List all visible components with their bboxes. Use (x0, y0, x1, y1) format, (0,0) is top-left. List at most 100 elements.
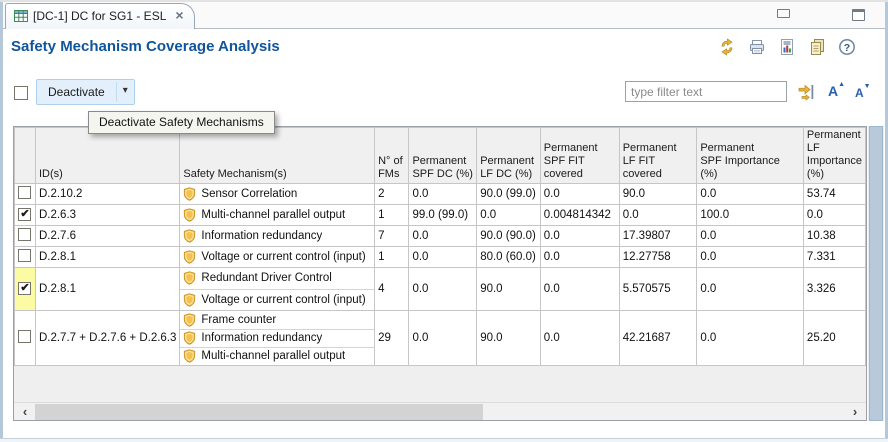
cell-value: 0.0 (409, 183, 477, 204)
cell-mechanisms: Information redundancy (180, 225, 375, 246)
vertical-scrollbar[interactable] (868, 126, 884, 421)
coverage-table: ID(s)Safety Mechanism(s)N° of FMsPermane… (14, 127, 866, 366)
window-frame-left (0, 0, 3, 442)
mechanism-label: Frame counter (201, 314, 276, 326)
cell-value: 90.0 (90.0) (477, 225, 541, 246)
editor-tab[interactable]: [DC-1] DC for SG1 - ESL × (5, 3, 195, 29)
row-checkbox[interactable] (18, 249, 31, 262)
row-checkbox[interactable]: ✔ (18, 282, 31, 295)
cell-value: 0.0 (697, 246, 804, 267)
row-checkbox[interactable] (18, 330, 31, 343)
table-row[interactable]: D.2.7.7 + D.2.7.6 + D.2.6.3 Frame counte… (15, 310, 866, 365)
shield-icon (183, 313, 196, 327)
shield-icon (183, 331, 196, 345)
column-header[interactable]: Safety Mechanism(s) (180, 128, 375, 184)
cell-value: 1 (375, 204, 409, 225)
horizontal-scrollbar-thumb[interactable] (35, 404, 483, 420)
cell-value: 0.0 (697, 310, 804, 365)
cell-value: 0.0 (540, 225, 619, 246)
cell-value: 0.0 (409, 225, 477, 246)
row-checkbox-cell[interactable] (15, 183, 36, 204)
column-header[interactable]: ID(s) (35, 128, 179, 184)
cell-value: 29 (375, 310, 409, 365)
dropdown-arrow-icon[interactable]: ▾ (117, 80, 134, 104)
page-title: Safety Mechanism Coverage Analysis (11, 38, 280, 55)
cell-mechanisms: Multi-channel parallel output (180, 204, 375, 225)
cell-value: 80.0 (60.0) (477, 246, 541, 267)
filter-input[interactable] (625, 81, 787, 102)
report-icon[interactable] (777, 37, 797, 57)
jump-to-filter-icon[interactable] (797, 83, 817, 101)
row-checkbox-cell[interactable] (15, 225, 36, 246)
cell-value: 99.0 (99.0) (409, 204, 477, 225)
cell-value: 90.0 (619, 183, 697, 204)
cell-value: 0.0 (477, 204, 541, 225)
row-checkbox-cell[interactable]: ✔ (15, 267, 36, 310)
table-icon (14, 9, 28, 23)
scroll-right-arrow-icon[interactable]: › (846, 404, 864, 420)
cell-value: 0.004814342 (540, 204, 619, 225)
cell-value: 10.38 (803, 225, 865, 246)
shield-icon (183, 187, 196, 201)
table-row[interactable]: ✔ D.2.6.3 Multi-channel parallel output 19… (15, 204, 866, 225)
minimize-button[interactable] (777, 9, 790, 18)
column-header[interactable]: Permanent LF Importance (%) (803, 128, 865, 184)
coverage-table-area: ID(s)Safety Mechanism(s)N° of FMsPermane… (13, 126, 867, 421)
help-icon[interactable]: ? (837, 37, 857, 57)
cell-value: 1 (375, 246, 409, 267)
column-header[interactable]: Permanent LF FIT covered (619, 128, 697, 184)
column-header[interactable]: Permanent SPF FIT covered (540, 128, 619, 184)
tab-title: [DC-1] DC for SG1 - ESL (33, 9, 166, 23)
cell-value: 90.0 (477, 267, 541, 310)
cell-ids: D.2.6.3 (35, 204, 179, 225)
refresh-icon[interactable] (717, 37, 737, 57)
cell-value: 90.0 (477, 310, 541, 365)
table-row[interactable]: D.2.8.1 Voltage or current control (inpu… (15, 246, 866, 267)
table-row[interactable]: D.2.10.2 Sensor Correlation20.090.0 (99.… (15, 183, 866, 204)
mechanism-label: Voltage or current control (input) (201, 251, 365, 263)
cell-value: 25.20 (803, 310, 865, 365)
column-header[interactable]: Permanent SPF Importance (%) (697, 128, 804, 184)
shield-icon (183, 229, 196, 243)
vertical-scrollbar-thumb[interactable] (869, 126, 883, 421)
mechanism-label: Voltage or current control (input) (201, 294, 365, 306)
column-header[interactable]: Permanent LF DC (%) (477, 128, 541, 184)
column-header[interactable]: Permanent SPF DC (%) (409, 128, 477, 184)
deactivate-button[interactable]: Deactivate ▾ (36, 79, 135, 105)
table-row[interactable]: ✔D.2.8.1 Redundant Driver Control Voltag… (15, 267, 866, 310)
row-checkbox-cell[interactable] (15, 246, 36, 267)
cell-ids: D.2.10.2 (35, 183, 179, 204)
row-checkbox-cell[interactable] (15, 310, 36, 365)
scroll-left-arrow-icon[interactable]: ‹ (16, 404, 34, 420)
close-icon[interactable]: × (175, 9, 183, 21)
cell-value: 2 (375, 183, 409, 204)
tooltip: Deactivate Safety Mechanisms (88, 111, 275, 134)
row-checkbox[interactable]: ✔ (18, 208, 31, 221)
cell-value: 7 (375, 225, 409, 246)
mechanism-label: Multi-channel parallel output (201, 209, 345, 221)
mechanism-label: Sensor Correlation (201, 188, 297, 200)
row-checkbox[interactable] (18, 228, 31, 241)
font-increase-button[interactable]: A▲ (828, 83, 845, 99)
shield-icon (183, 293, 196, 307)
row-checkbox[interactable] (18, 186, 31, 199)
window-frame-top (0, 0, 888, 2)
print-icon[interactable] (747, 37, 767, 57)
cell-mechanisms: Redundant Driver Control Voltage or curr… (180, 267, 375, 310)
row-checkbox-cell[interactable]: ✔ (15, 204, 36, 225)
cell-value: 0.0 (697, 267, 804, 310)
table-row[interactable]: D.2.7.6 Information redundancy70.090.0 (… (15, 225, 866, 246)
cell-value: 100.0 (697, 204, 804, 225)
cell-value: 0.0 (409, 267, 477, 310)
column-header-checkbox[interactable] (15, 128, 36, 184)
cell-value: 0.0 (697, 225, 804, 246)
font-decrease-button[interactable]: A▼ (855, 86, 871, 100)
application-window: [DC-1] DC for SG1 - ESL × Safety Mechani… (0, 0, 888, 442)
maximize-button[interactable] (852, 9, 865, 21)
column-header[interactable]: N° of FMs (375, 128, 409, 184)
copy-icon[interactable] (807, 37, 827, 57)
horizontal-scrollbar[interactable]: ‹ › (14, 402, 866, 420)
cell-value: 42.21687 (619, 310, 697, 365)
select-all-checkbox[interactable] (14, 86, 28, 100)
svg-text:?: ? (844, 42, 850, 54)
